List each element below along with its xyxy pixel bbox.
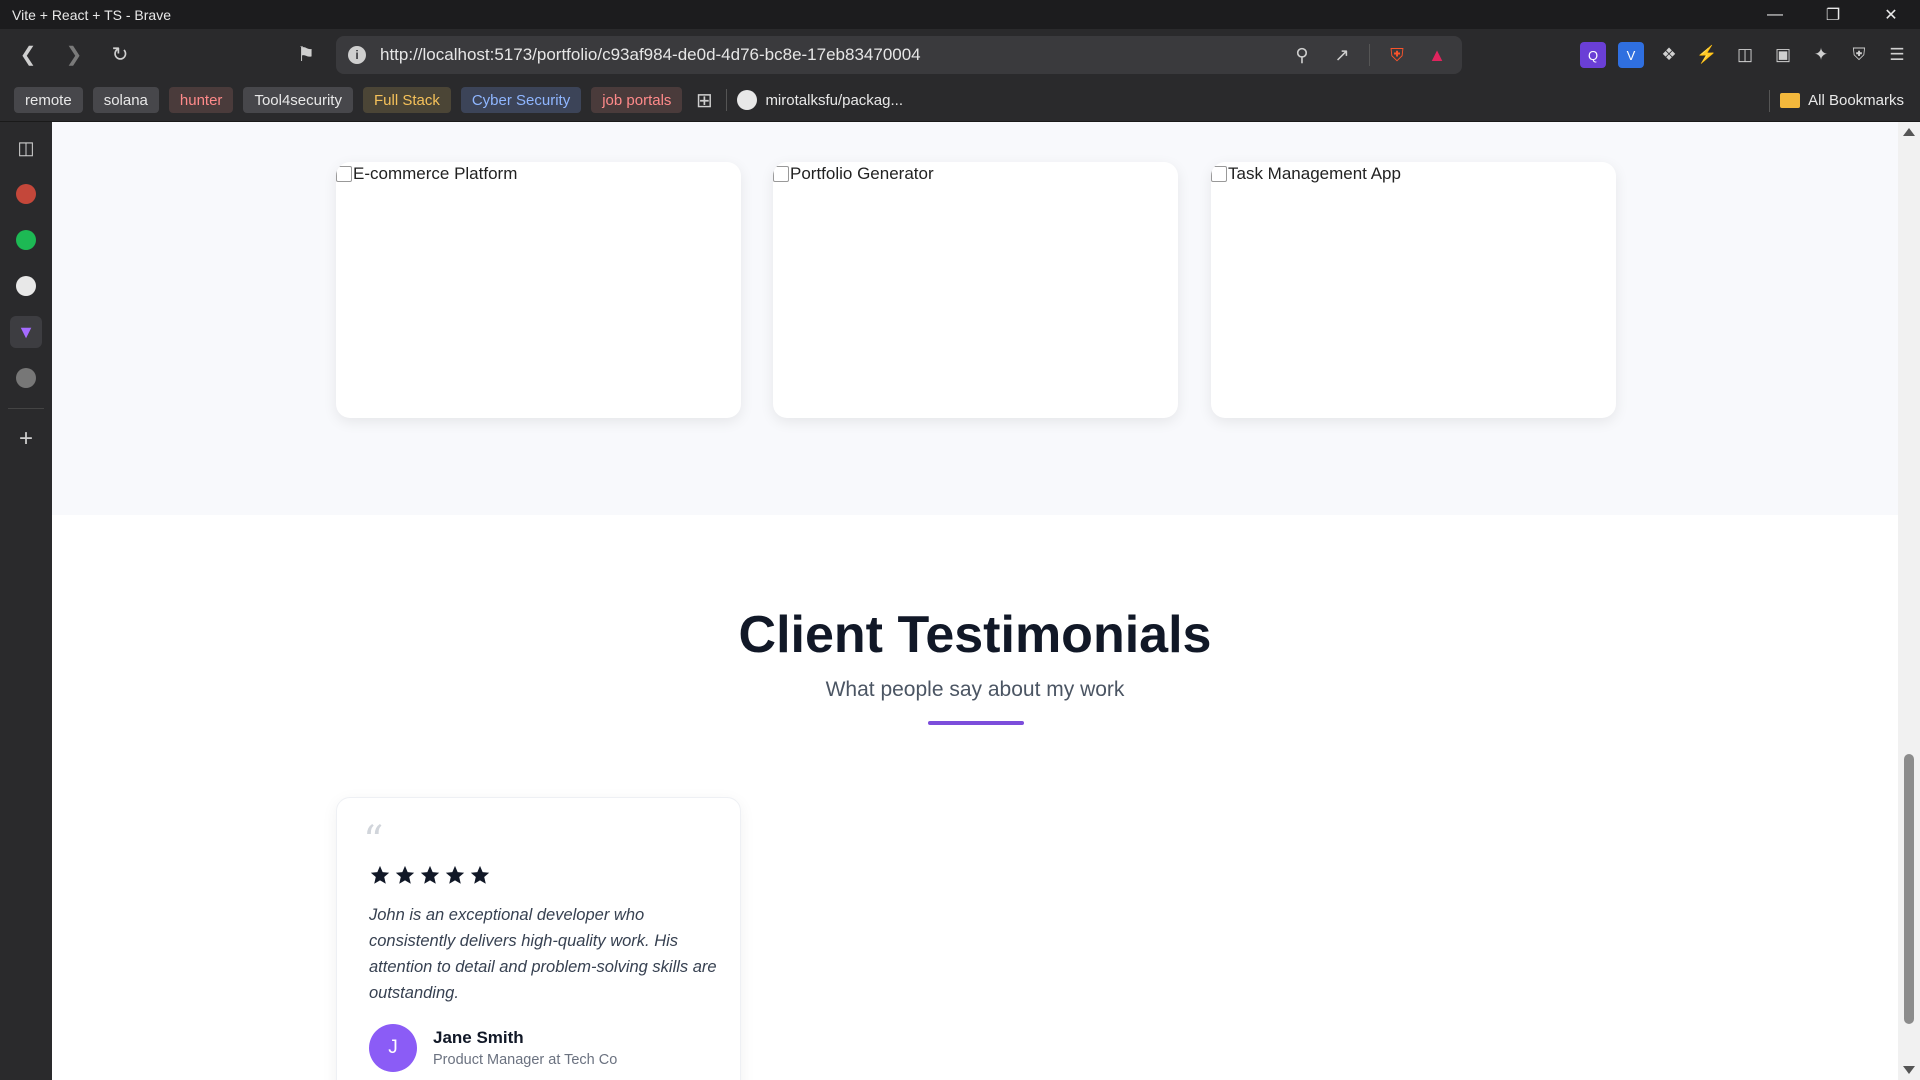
site-info-icon[interactable]: i — [348, 46, 366, 64]
window-controls: — ❐ ✕ — [1746, 0, 1920, 29]
star-icon — [370, 865, 390, 884]
project-image-alt: Portfolio Generator — [790, 164, 934, 183]
bookmark-github[interactable]: mirotalksfu/packag... — [737, 90, 903, 110]
bookmarks-divider — [726, 89, 728, 111]
extension-v-icon[interactable]: V — [1618, 42, 1644, 68]
share-icon[interactable]: ↗ — [1329, 42, 1355, 68]
testimonial-quote: John is an exceptional developer who con… — [369, 906, 717, 1002]
browser-toolbar: ❮ ❯ ↻ ⚑ i http://localhost:5173/portfoli… — [0, 29, 1920, 79]
restore-icon[interactable]: ❐ — [1804, 0, 1862, 29]
page-viewport[interactable]: E-commerce Platform Portfolio Generator … — [52, 122, 1898, 1080]
extensions-bar: Q V ❖ ⚡ ◫ ▣ ✦ ⛨ ☰ — [1580, 36, 1910, 74]
sidebar-vite-icon[interactable]: ▼ — [10, 316, 42, 348]
all-bookmarks-label: All Bookmarks — [1808, 92, 1904, 109]
quote-icon: “ — [363, 818, 384, 864]
minimize-icon[interactable]: — — [1746, 0, 1804, 29]
github-icon — [737, 90, 758, 110]
bookmark-hunter[interactable]: hunter — [168, 87, 234, 113]
broken-image-icon — [773, 166, 789, 182]
zoom-icon[interactable]: ⚲ — [1289, 42, 1315, 68]
close-icon[interactable]: ✕ — [1862, 0, 1920, 29]
vpn-shield-icon[interactable]: ⛨ — [1846, 42, 1872, 68]
extension-q-icon[interactable]: Q — [1580, 42, 1606, 68]
sidebar-app-1-icon[interactable] — [10, 178, 42, 210]
leo-icon[interactable]: ⚡ — [1694, 42, 1720, 68]
address-bar[interactable]: i http://localhost:5173/portfolio/c93af9… — [336, 36, 1462, 74]
bookmark-github-label: mirotalksfu/packag... — [765, 91, 903, 109]
star-icon — [395, 865, 415, 884]
scroll-down-icon[interactable] — [1903, 1066, 1915, 1074]
scroll-up-icon[interactable] — [1903, 128, 1915, 136]
bookmark-remote[interactable]: remote — [14, 87, 83, 113]
section-subtitle: What people say about my work — [825, 678, 1125, 701]
title-underline — [928, 721, 1024, 725]
sidebar-add-icon[interactable]: + — [10, 423, 42, 455]
all-bookmarks-divider — [1769, 90, 1770, 112]
folder-icon — [1780, 93, 1801, 108]
url-text[interactable]: http://localhost:5173/portfolio/c93af984… — [380, 45, 921, 65]
extensions-puzzle-icon[interactable]: ❖ — [1656, 42, 1682, 68]
page-scrollbar[interactable] — [1898, 122, 1920, 1080]
ai-sparkle-icon[interactable]: ✦ — [1808, 42, 1834, 68]
project-image: Portfolio Generator — [773, 164, 934, 184]
sidebar-app-2-icon[interactable] — [10, 224, 42, 256]
testimonials-section: Client Testimonials What people say abou… — [52, 515, 1898, 1080]
all-bookmarks-button[interactable]: All Bookmarks — [1780, 79, 1904, 122]
bookmarks-bar: remote solana hunter Tool4security Full … — [0, 79, 1920, 122]
star-icon — [445, 865, 465, 884]
broken-image-icon — [1211, 166, 1227, 182]
bookmark-solana[interactable]: solana — [92, 87, 159, 113]
wallet-icon[interactable]: ▣ — [1770, 42, 1796, 68]
back-icon[interactable]: ❮ — [10, 36, 46, 72]
bookmark-job-portals[interactable]: job portals — [591, 87, 683, 113]
browser-sidebar: ◫ ▼ + — [0, 122, 52, 1080]
sidebar-panel-icon[interactable]: ◫ — [10, 132, 42, 164]
brave-shields-icon[interactable]: ⛨ — [1384, 42, 1410, 68]
sidebar-web-icon[interactable] — [10, 362, 42, 394]
forward-icon[interactable]: ❯ — [56, 36, 92, 72]
project-card[interactable]: E-commerce Platform — [336, 162, 741, 418]
bookmark-tool4security[interactable]: Tool4security — [243, 87, 353, 113]
project-image: E-commerce Platform — [336, 164, 517, 184]
brave-rewards-icon[interactable]: ▲ — [1424, 42, 1450, 68]
projects-section: E-commerce Platform Portfolio Generator … — [52, 122, 1898, 515]
testimonial-author-name: Jane Smith — [433, 1028, 524, 1047]
apps-grid-icon[interactable]: ⊞ — [692, 88, 716, 112]
avatar: J — [369, 1024, 417, 1072]
star-rating — [369, 864, 491, 886]
project-card[interactable]: Portfolio Generator — [773, 162, 1178, 418]
reload-icon[interactable]: ↻ — [102, 36, 138, 72]
section-title: Client Testimonials — [738, 606, 1212, 664]
star-icon — [420, 865, 440, 884]
project-image-alt: E-commerce Platform — [353, 164, 518, 183]
testimonial-author-role: Product Manager at Tech Co — [433, 1052, 618, 1068]
bookmark-full-stack[interactable]: Full Stack — [362, 87, 451, 113]
window-title: Vite + React + TS - Brave — [12, 6, 172, 23]
broken-image-icon — [336, 166, 352, 182]
bookmark-cyber-security[interactable]: Cyber Security — [460, 87, 582, 113]
scrollbar-thumb[interactable] — [1904, 754, 1914, 1024]
window-titlebar: Vite + React + TS - Brave — ❐ ✕ — [0, 0, 1920, 29]
omnibox-divider — [1369, 44, 1370, 66]
menu-icon[interactable]: ☰ — [1884, 42, 1910, 68]
testimonial-card: “ John is an exceptional developer who c… — [336, 797, 741, 1080]
sidebar-github-icon[interactable] — [10, 270, 42, 302]
project-image-alt: Task Management App — [1228, 164, 1401, 183]
project-image: Task Management App — [1211, 164, 1401, 184]
star-icon — [470, 865, 490, 884]
sidebar-divider — [8, 408, 44, 409]
sidebar-toggle-icon[interactable]: ◫ — [1732, 42, 1758, 68]
bookmark-icon[interactable]: ⚑ — [288, 36, 324, 72]
project-card[interactable]: Task Management App — [1211, 162, 1616, 418]
